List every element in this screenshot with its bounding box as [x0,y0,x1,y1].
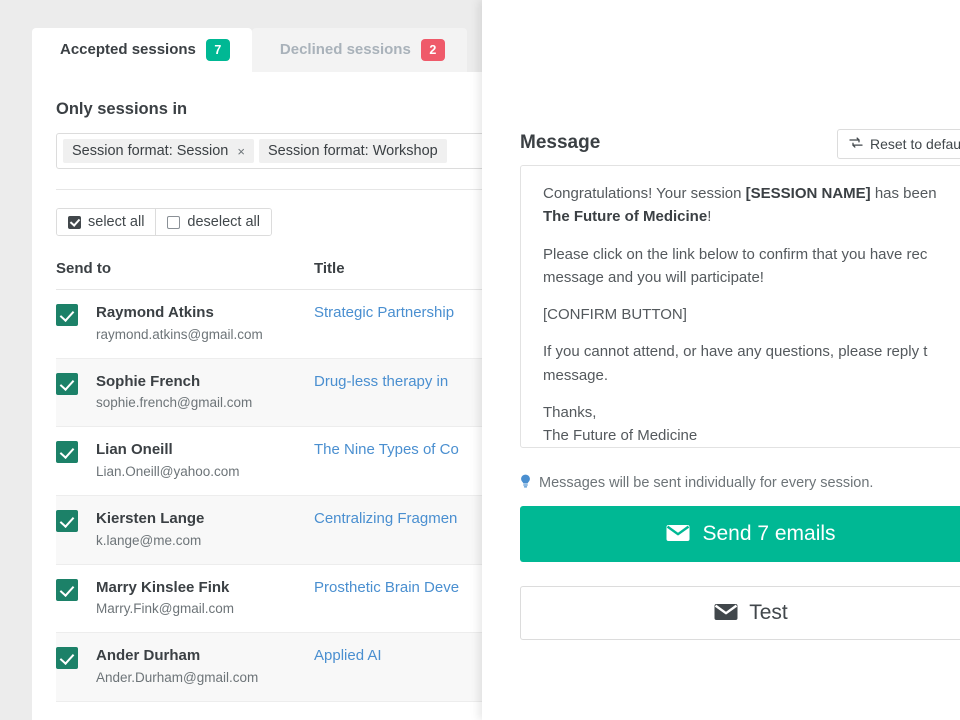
sessions-table: Send to Title Raymond Atkins raymond.atk… [56,252,508,702]
table-header-row: Send to Title [56,252,508,290]
tab-declined-label: Declined sessions [279,41,411,58]
row-title-link[interactable]: Applied AI [314,647,382,664]
send-hint-label: Messages will be sent individually for e… [539,475,874,491]
envelope-icon [666,524,690,545]
row-email: k.lange@me.com [96,532,202,548]
row-name: Marry Kinslee Fink [96,578,230,596]
checkbox-checked-icon [68,215,81,229]
column-header-title: Title [314,252,508,290]
row-checkbox[interactable] [56,509,78,532]
filter-chip[interactable]: Session format: Workshop [258,139,447,163]
table-row[interactable]: Sophie French sophie.french@gmail.com Dr… [56,358,508,428]
row-name: Kiersten Lange [96,509,205,527]
row-checkbox[interactable] [56,578,78,601]
tab-accepted-count: 7 [205,38,230,61]
sessions-page: Accepted sessions 7 Declined sessions 2 … [0,0,508,720]
msg-p1-pre: Congratulations! Your session [543,185,746,202]
row-name: Raymond Atkins [96,304,214,321]
filter-chip[interactable]: Session format: Session × [63,139,254,163]
close-icon[interactable]: × [237,144,245,159]
send-hint: Messages will be sent individually for e… [520,474,873,492]
msg-p4-line1: If you cannot attend, or have any questi… [543,343,928,361]
row-email: raymond.atkins@gmail.com [96,326,263,342]
table-row[interactable]: Raymond Atkins raymond.atkins@gmail.com … [56,289,508,359]
row-name: Sophie French [96,372,201,390]
test-label: Test [749,601,788,624]
divider [56,189,508,190]
row-title-link[interactable]: Centralizing Fragmen [314,510,457,527]
filter-chip-label: Session format: Workshop [267,143,438,159]
row-title-link[interactable]: The Nine Types of Co [314,441,459,458]
select-all-label: select all [88,214,145,230]
row-title-link[interactable]: Strategic Partnership [314,304,454,321]
row-checkbox[interactable] [56,441,78,464]
deselect-all-button[interactable]: deselect all [155,209,271,235]
row-title-link[interactable]: Drug-less therapy in [314,373,448,390]
table-row[interactable]: Kiersten Lange k.lange@me.com Centralizi… [56,495,508,565]
row-name: Ander Durham [96,647,201,665]
checkbox-empty-icon [167,215,181,229]
msg-p1-mid: has been [870,185,937,202]
filter-section-label: Only sessions in [56,100,188,118]
tab-declined-count: 2 [420,38,445,61]
test-button[interactable]: Test [520,586,960,640]
row-checkbox[interactable] [56,372,78,395]
table-row[interactable]: Ander Durham Ander.Durham@gmail.com Appl… [56,632,508,702]
row-email: Marry.Fink@gmail.com [96,601,234,617]
selection-toolbar: select all deselect all [56,208,272,236]
row-checkbox[interactable] [56,647,78,670]
tab-declined-sessions[interactable]: Declined sessions 2 [251,28,467,72]
message-paragraph-3: [CONFIRM BUTTON] [543,306,687,323]
message-paragraph-2: Please click on the link below to confir… [543,243,959,290]
filter-input[interactable]: Session format: Session × Session format… [56,133,508,169]
msg-p4-line2: message. [543,366,609,384]
send-emails-label: Send 7 emails [702,522,836,545]
table-row[interactable]: Lian Oneill Lian.Oneill@yahoo.com The Ni… [56,426,508,496]
sessions-card: Only sessions in Session format: Session… [32,72,508,720]
reset-icon [849,136,863,152]
row-name: Lian Oneill [96,441,173,459]
deselect-all-label: deselect all [187,214,260,230]
row-email: sophie.french@gmail.com [96,395,253,411]
lightbulb-icon [520,474,531,492]
select-all-button[interactable]: select all [57,209,156,235]
msg-p1-session-token: [SESSION NAME] [745,185,871,202]
message-paragraph-4: If you cannot attend, or have any questi… [543,340,959,387]
row-checkbox[interactable] [56,304,78,326]
tab-accepted-sessions[interactable]: Accepted sessions 7 [32,28,252,72]
tab-accepted-label: Accepted sessions [60,41,196,58]
tab-bar: Accepted sessions 7 Declined sessions 2 [32,28,467,72]
message-paragraph-5: Thanks, The Future of Medicine [543,401,959,447]
msg-p2-line2: message and you will participate! [543,268,764,286]
page-title: Message [520,132,601,153]
row-title-link[interactable]: Prosthetic Brain Deve [314,579,459,596]
message-paragraph-1: Congratulations! Your session [SESSION N… [543,182,959,229]
msg-p1-end: ! [707,208,712,226]
reset-to-default-button[interactable]: Reset to defaul [837,129,960,159]
msg-p5-line2: The Future of Medicine [543,427,698,444]
filter-chip-label: Session format: Session [72,143,229,159]
row-email: Lian.Oneill@yahoo.com [96,464,240,479]
send-emails-button[interactable]: Send 7 emails [520,506,960,562]
row-email: Ander.Durham@gmail.com [96,669,259,685]
message-body-textarea[interactable]: Congratulations! Your session [SESSION N… [520,165,960,448]
msg-p5-line1: Thanks, [543,403,597,421]
msg-p2-line1: Please click on the link below to confir… [543,245,928,263]
screen-root: Accepted sessions 7 Declined sessions 2 … [0,0,960,720]
reset-to-default-label: Reset to defaul [870,136,960,152]
msg-p1-org: The Future of Medicine [543,208,708,226]
message-panel: Message Reset to defaul Congratulations!… [482,0,960,720]
column-header-send-to: Send to [56,252,314,290]
table-row[interactable]: Marry Kinslee Fink Marry.Fink@gmail.com … [56,564,508,634]
envelope-icon [714,603,738,624]
